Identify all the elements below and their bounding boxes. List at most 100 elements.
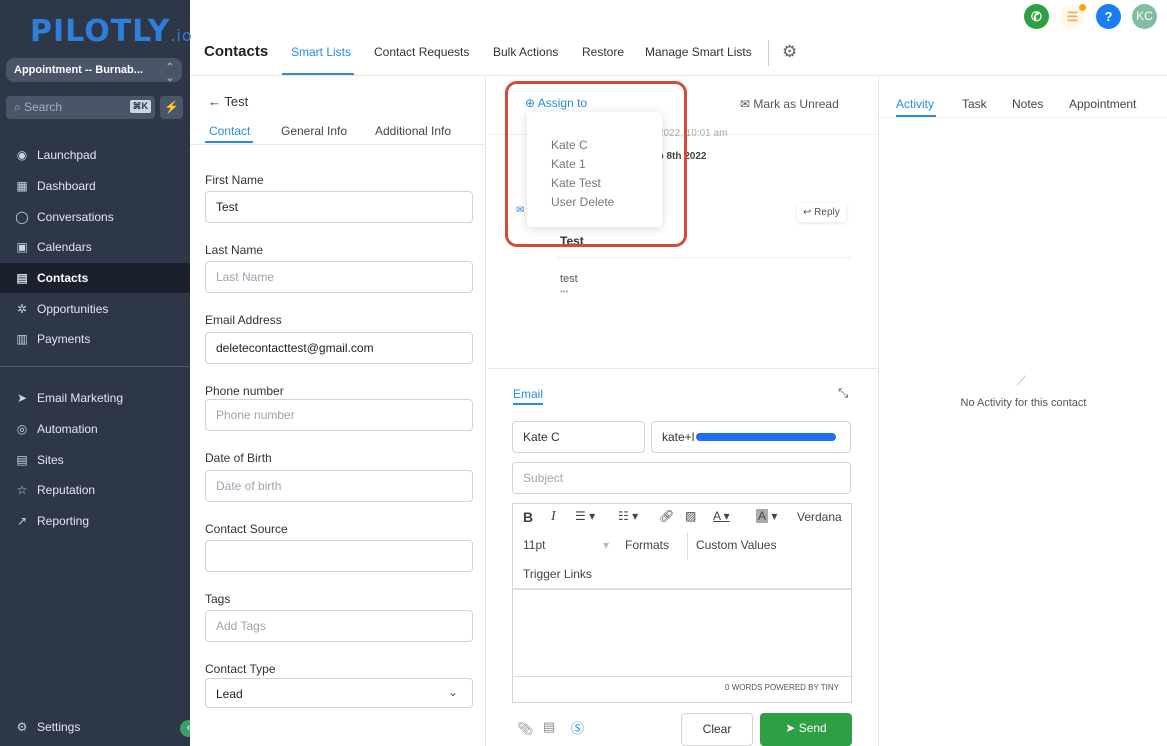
avatar[interactable]: KC xyxy=(1132,4,1157,29)
link-icon[interactable]: 🔗︎ xyxy=(659,509,674,523)
tab-contact-requests[interactable]: Contact Requests xyxy=(374,45,469,59)
tab-notes[interactable]: Notes xyxy=(1012,97,1043,111)
star-icon: ☆ xyxy=(16,483,28,497)
divider xyxy=(879,117,1167,118)
chat-icon: ◯ xyxy=(15,210,29,224)
clear-button[interactable]: Clear xyxy=(681,713,753,746)
sidebar-item-sites[interactable]: ▤ Sites xyxy=(0,445,190,475)
chevron-updown-icon: ⌃ ⌄ xyxy=(165,62,174,84)
funnel-icon: ✲ xyxy=(16,302,28,316)
phone-field[interactable]: Phone number xyxy=(205,399,473,431)
highlight-color-icon[interactable]: A ▾ xyxy=(756,509,777,523)
sites-icon: ▤ xyxy=(16,453,28,467)
text-color-icon[interactable]: A ▾ xyxy=(713,509,730,523)
empty-state-text: No Activity for this contact xyxy=(960,397,1087,409)
reply-button[interactable]: ↩ Reply xyxy=(797,203,846,222)
template-icon[interactable]: ▤ xyxy=(543,719,555,735)
font-size-select[interactable]: 11pt xyxy=(523,538,545,552)
tab-task[interactable]: Task xyxy=(962,97,987,111)
divider xyxy=(0,366,190,367)
active-tab-indicator xyxy=(282,73,354,75)
first-name-label: First Name xyxy=(205,173,264,187)
top-bar: Contacts Smart Lists Contact Requests Bu… xyxy=(190,0,1167,76)
trigger-links-select[interactable]: Trigger Links xyxy=(523,567,592,581)
page-title: Contacts xyxy=(204,43,269,60)
divider xyxy=(768,40,769,66)
send-icon: ➤ xyxy=(16,391,28,405)
tab-additional-info[interactable]: Additional Info xyxy=(375,124,451,138)
back-button[interactable]: ← Test xyxy=(208,94,248,109)
payment-icon[interactable]: Ⓢ xyxy=(571,718,584,737)
tab-general-info[interactable]: General Info xyxy=(281,124,347,138)
help-icon[interactable]: ? xyxy=(1096,4,1121,29)
gear-icon[interactable]: ⚙ xyxy=(782,42,797,62)
email-composer: Email ⤡ Kate C kate+l Subject B I ☰ ▾ ☷ … xyxy=(487,368,878,746)
first-name-field[interactable]: Test xyxy=(205,191,473,223)
phone-icon[interactable]: ✆ xyxy=(1024,4,1049,29)
tab-manage-smart-lists[interactable]: Manage Smart Lists xyxy=(645,45,752,59)
active-tab-indicator xyxy=(513,403,543,405)
sidebar-item-payments[interactable]: ▥ Payments xyxy=(0,324,190,354)
tab-contact[interactable]: Contact xyxy=(209,124,250,138)
numbered-list-icon[interactable]: ☷ ▾ xyxy=(618,509,638,523)
sidebar-item-reputation[interactable]: ☆ Reputation xyxy=(0,475,190,505)
tab-appointment[interactable]: Appointment xyxy=(1069,97,1136,111)
dob-field[interactable]: Date of birth xyxy=(205,470,473,502)
dob-label: Date of Birth xyxy=(205,451,272,465)
contact-type-select[interactable]: Lead ⌄ xyxy=(205,678,473,708)
bullet-list-icon[interactable]: ☰ ▾ xyxy=(575,509,595,523)
from-name-field[interactable]: Kate C xyxy=(512,421,645,453)
search-input[interactable]: ⌕ Search ⌘K xyxy=(6,96,155,119)
sidebar-item-conversations[interactable]: ◯ Conversations xyxy=(0,202,190,232)
tab-activity[interactable]: Activity xyxy=(896,97,934,111)
mark-unread-button[interactable]: ✉ Mark as Unread xyxy=(740,97,839,111)
font-select[interactable]: Verdana xyxy=(797,510,842,524)
send-button[interactable]: ➤ Send xyxy=(760,713,852,746)
sidebar-item-launchpad[interactable]: ◉ Launchpad xyxy=(0,140,190,170)
divider xyxy=(557,257,852,258)
subject-field[interactable]: Subject xyxy=(512,462,851,494)
tab-restore[interactable]: Restore xyxy=(582,45,624,59)
envelope-icon: ✉ xyxy=(740,97,751,111)
rich-text-editor: B I ☰ ▾ ☷ ▾ 🔗︎ ▨ A ▾ A ▾ Verdana 11pt ▾ … xyxy=(512,503,852,703)
tab-bulk-actions[interactable]: Bulk Actions xyxy=(493,45,558,59)
conversation-panel: 08 2022, 10:01 am eb 8th 2022 ✉ ↩ Reply … xyxy=(487,77,878,746)
sidebar-item-reporting[interactable]: ↗ Reporting xyxy=(0,506,190,536)
last-name-field[interactable]: Last Name xyxy=(205,261,473,293)
sidebar-item-automation[interactable]: ◎ Automation xyxy=(0,414,190,444)
custom-values-select[interactable]: Custom Values xyxy=(696,538,776,552)
collapse-icon[interactable]: ⤡ xyxy=(838,385,848,401)
sidebar: PILOTLY.io Appointment -- Burnab... ⌃ ⌄ ⌕ … xyxy=(0,0,192,746)
image-icon[interactable]: ▨ xyxy=(685,509,696,523)
divider xyxy=(687,532,688,560)
attachment-icon[interactable]: 📎︎ xyxy=(517,721,534,737)
expand-message-button[interactable]: ••• xyxy=(560,287,568,296)
sidebar-item-settings[interactable]: ⚙ Settings xyxy=(0,712,190,742)
italic-icon[interactable]: I xyxy=(551,509,556,525)
email-body-editor[interactable] xyxy=(513,590,851,676)
send-icon: ➤ xyxy=(785,721,796,735)
sidebar-item-email-marketing[interactable]: ➤ Email Marketing xyxy=(0,383,190,413)
notification-dot xyxy=(1079,4,1086,11)
sidebar-item-contacts[interactable]: ▤ Contacts xyxy=(0,263,190,293)
email-field[interactable]: deletecontacttest@gmail.com xyxy=(205,332,473,364)
tags-field[interactable]: Add Tags xyxy=(205,610,473,642)
bold-icon[interactable]: B xyxy=(523,509,533,525)
last-name-label: Last Name xyxy=(205,243,264,257)
tags-label: Tags xyxy=(205,592,231,606)
formats-select[interactable]: Formats xyxy=(625,538,669,552)
activity-panel: Activity Task Notes Appointment ⟋ No Act… xyxy=(878,77,1167,746)
gear-icon: ⚙ xyxy=(16,720,28,734)
tab-email[interactable]: Email xyxy=(513,387,543,401)
sidebar-item-opportunities[interactable]: ✲ Opportunities xyxy=(0,294,190,324)
quick-action-bolt-icon[interactable]: ⚡ xyxy=(160,96,183,119)
grid-icon: ▦ xyxy=(16,179,28,193)
active-tab-indicator xyxy=(205,141,253,143)
rocket-icon: ◉ xyxy=(16,148,28,162)
tab-smart-lists[interactable]: Smart Lists xyxy=(291,45,351,59)
location-switcher[interactable]: Appointment -- Burnab... ⌃ ⌄ xyxy=(6,58,182,84)
sidebar-item-calendars[interactable]: ▣ Calendars xyxy=(0,232,190,262)
sidebar-item-dashboard[interactable]: ▦ Dashboard xyxy=(0,171,190,201)
to-email-field[interactable]: kate+l xyxy=(651,421,851,453)
contact-source-field[interactable] xyxy=(205,540,473,572)
